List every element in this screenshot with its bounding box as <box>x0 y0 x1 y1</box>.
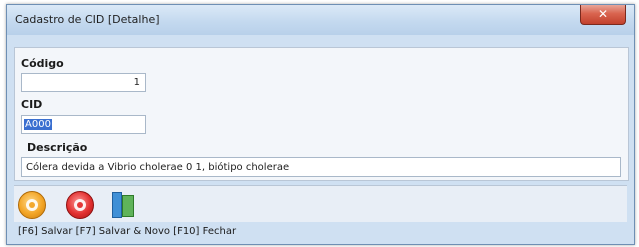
save-new-icon <box>74 199 86 211</box>
cid-field[interactable]: A000 <box>21 115 146 134</box>
form-panel: Código 1 CID A000 Descrição Cólera devid… <box>14 47 629 181</box>
codigo-field[interactable]: 1 <box>21 73 146 92</box>
close-door-icon-panel <box>122 195 134 217</box>
cid-label: CID <box>21 98 43 111</box>
status-bar: [F6] Salvar [F7] Salvar & Novo [F10] Fec… <box>18 226 237 237</box>
cid-value: A000 <box>24 119 52 130</box>
descricao-label: Descrição <box>27 141 88 154</box>
close-button[interactable] <box>112 192 136 218</box>
window-title: Cadastro de CID [Detalhe] <box>15 13 160 26</box>
descricao-field[interactable]: Cólera devida a Vibrio cholerae 0 1, bió… <box>21 157 621 177</box>
codigo-value: 1 <box>133 77 140 88</box>
toolbar <box>14 185 627 222</box>
close-door-icon <box>112 192 122 218</box>
title-bar[interactable]: Cadastro de CID [Detalhe] ✕ <box>7 5 634 35</box>
codigo-label: Código <box>21 57 64 70</box>
close-window-button[interactable]: ✕ <box>580 5 626 25</box>
save-icon <box>26 199 38 211</box>
descricao-value: Cólera devida a Vibrio cholerae 0 1, bió… <box>26 162 290 173</box>
save-button[interactable] <box>18 191 46 219</box>
dialog-window: Cadastro de CID [Detalhe] ✕ Código 1 CID… <box>6 4 635 245</box>
save-and-new-button[interactable] <box>66 191 94 219</box>
